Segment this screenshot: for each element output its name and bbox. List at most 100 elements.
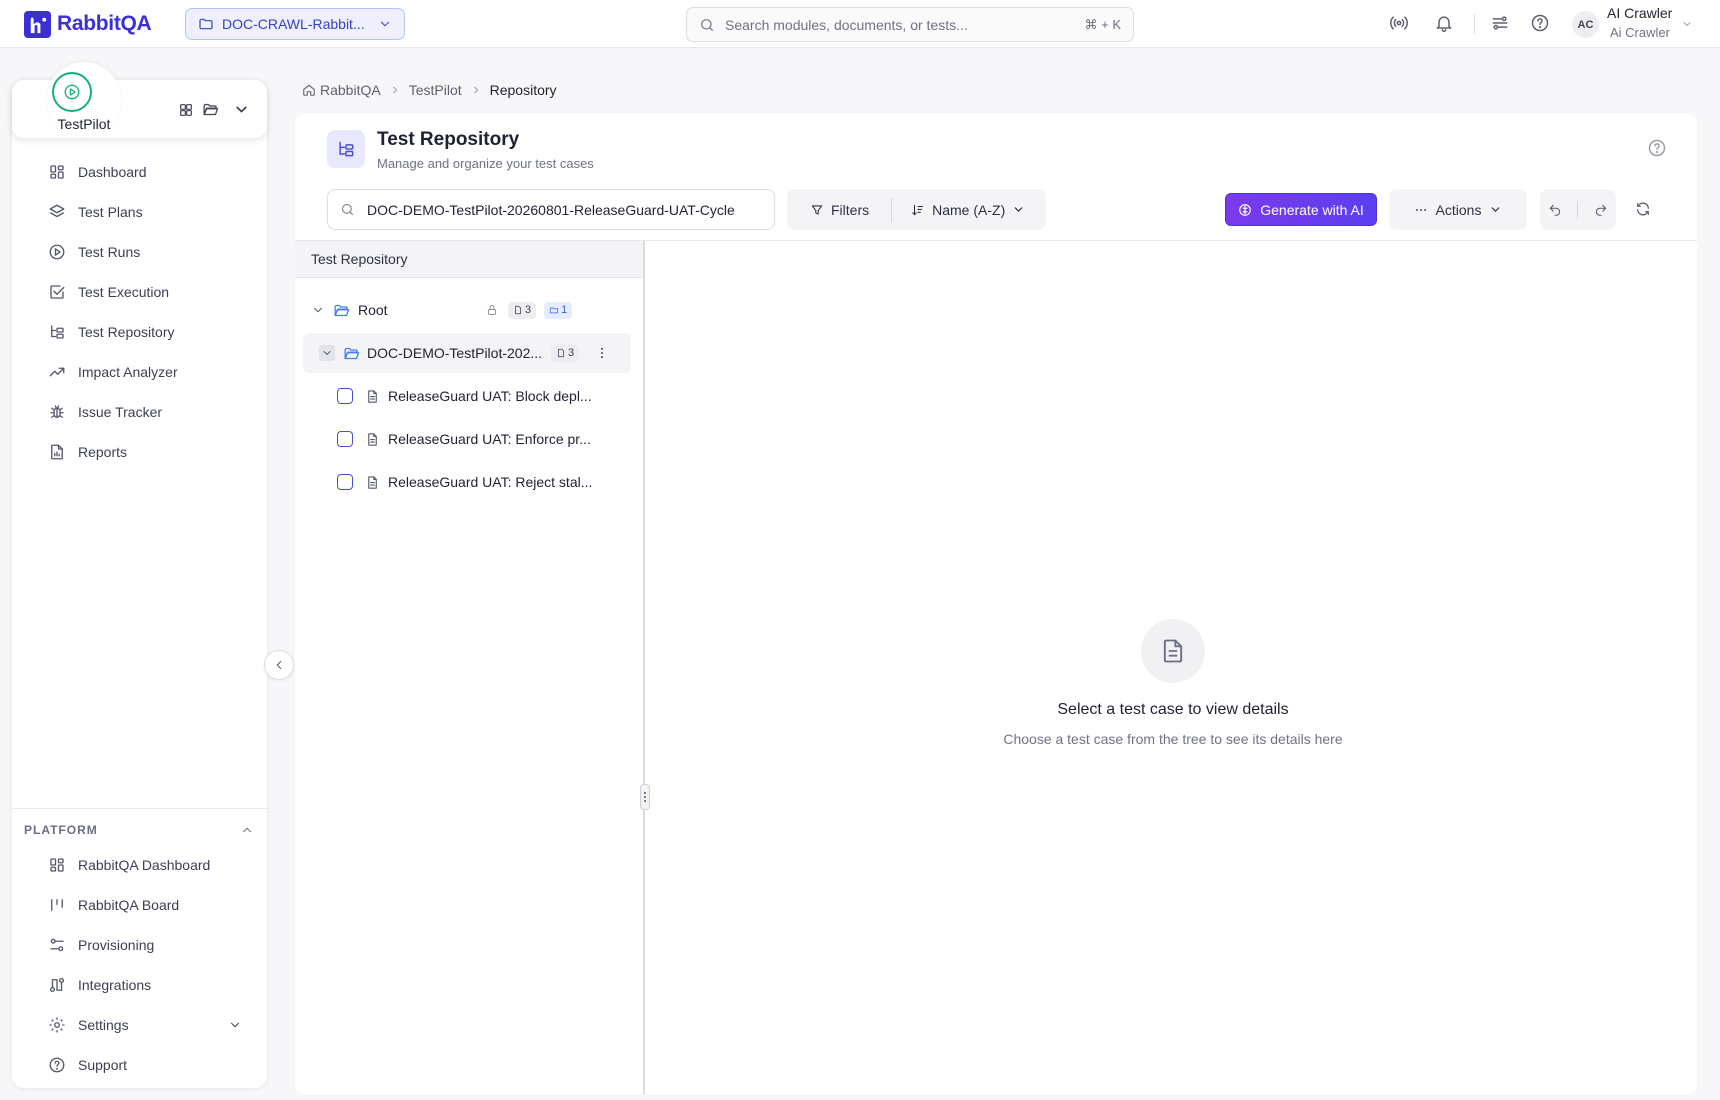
layers-icon	[49, 204, 65, 218]
grid-icon	[50, 165, 64, 179]
sidebar-item-reports[interactable]: Reports	[24, 434, 254, 470]
sidebar-item-test-execution[interactable]: Test Execution	[24, 274, 254, 310]
breadcrumb-home[interactable]: RabbitQA	[320, 82, 381, 98]
sidebar-item-label: Provisioning	[78, 937, 155, 953]
global-search-input[interactable]: Search modules, documents, or tests... ⌘…	[686, 7, 1134, 42]
platform-title: PLATFORM	[24, 823, 98, 837]
tools-icon[interactable]	[1490, 13, 1510, 33]
test-case-row[interactable]: ReleaseGuard UAT: Block depl...	[337, 376, 637, 416]
chevron-down-icon	[1492, 207, 1500, 212]
sidebar-item-label: RabbitQA Board	[78, 897, 180, 913]
sidebar-item-provisioning[interactable]: Provisioning	[24, 927, 254, 963]
module-name: TestPilot	[57, 116, 111, 132]
board-icon	[51, 899, 63, 911]
sidebar-item-support[interactable]: Support	[24, 1047, 254, 1083]
sidebar-item-label: Issue Tracker	[78, 404, 163, 420]
chevron-down-icon[interactable]	[311, 303, 325, 317]
sliders-icon	[50, 938, 64, 952]
sort-dropdown[interactable]: Name (A-Z)	[892, 202, 1025, 218]
test-case-checkbox[interactable]	[337, 474, 353, 490]
user-name[interactable]: AI Crawler	[1607, 5, 1672, 21]
folder-open-icon	[344, 347, 360, 359]
sidebar: TestPilot Dashboard Test Plans Test Runs…	[12, 62, 294, 1088]
test-case-label: ReleaseGuard UAT: Enforce pr...	[388, 431, 591, 447]
grid-icon[interactable]	[178, 102, 194, 118]
bell-icon[interactable]	[1434, 13, 1454, 33]
trend-icon	[49, 367, 65, 377]
home-icon[interactable]	[302, 83, 316, 97]
grid-icon	[50, 858, 64, 872]
chevron-down-icon	[1014, 207, 1023, 212]
actions-dropdown[interactable]: Actions	[1389, 189, 1527, 230]
sidebar-item-rabbitqa-dashboard[interactable]: RabbitQA Dashboard	[24, 847, 254, 883]
sidebar-item-test-plans[interactable]: Test Plans	[24, 194, 254, 230]
tree-panel: Test Repository Root 3 1 DOC-DEMO-TestPi…	[295, 241, 645, 1094]
breadcrumb: RabbitQA TestPilot Repository	[302, 82, 557, 98]
sidebar-item-rabbitqa-board[interactable]: RabbitQA Board	[24, 887, 254, 923]
collapse-sidebar-button[interactable]	[264, 650, 294, 680]
tree-icon	[51, 325, 64, 339]
avatar[interactable]: AC	[1572, 11, 1599, 38]
search-shortcut: ⌘ + K	[1084, 16, 1122, 32]
tree-folder-label: DOC-DEMO-TestPilot-202...	[367, 345, 543, 361]
sidebar-item-impact-analyzer[interactable]: Impact Analyzer	[24, 354, 254, 390]
refresh-icon[interactable]	[1635, 201, 1651, 217]
chevron-down-icon[interactable]	[1681, 18, 1693, 30]
play-circle-icon	[49, 244, 65, 260]
breadcrumb-module[interactable]: TestPilot	[409, 82, 462, 98]
tree-folder-row[interactable]: DOC-DEMO-TestPilot-202... 3	[303, 333, 631, 373]
platform-section-toggle[interactable]: PLATFORM	[24, 816, 254, 844]
sidebar-item-test-repository[interactable]: Test Repository	[24, 314, 254, 350]
generate-with-ai-button[interactable]: Generate with AI	[1225, 193, 1377, 226]
undo-icon[interactable]	[1548, 203, 1562, 217]
chevron-down-icon[interactable]	[319, 345, 335, 361]
doc-count-badge: 3	[508, 301, 537, 319]
document-icon	[558, 348, 564, 358]
folder-open-icon[interactable]	[202, 101, 219, 118]
sidebar-item-integrations[interactable]: Integrations	[24, 967, 254, 1003]
app-logo[interactable]: RabbitQA	[24, 10, 152, 38]
broadcast-icon[interactable]	[1389, 13, 1409, 33]
test-case-row[interactable]: ReleaseGuard UAT: Enforce pr...	[337, 419, 637, 459]
more-vertical-icon[interactable]	[595, 346, 609, 360]
test-case-checkbox[interactable]	[337, 431, 353, 447]
tree-root-label: Root	[358, 302, 388, 318]
integrations-icon	[49, 977, 65, 993]
doc-count: 3	[525, 304, 532, 316]
actions-label: Actions	[1435, 201, 1482, 218]
sidebar-item-label: Test Repository	[78, 324, 175, 340]
filter-icon	[811, 204, 823, 215]
sidebar-item-test-runs[interactable]: Test Runs	[24, 234, 254, 270]
tree-root-row[interactable]: Root 3 1	[311, 290, 631, 330]
repository-search-input[interactable]: DOC-DEMO-TestPilot-20260801-ReleaseGuard…	[327, 189, 775, 230]
filters-button[interactable]: Filters	[787, 197, 893, 222]
folder-icon	[550, 307, 559, 314]
module-switcher[interactable]: TestPilot	[12, 62, 267, 138]
undo-redo-group	[1540, 189, 1616, 230]
sidebar-item-settings[interactable]: Settings	[24, 1007, 254, 1043]
help-icon[interactable]	[1530, 13, 1550, 33]
page-subtitle: Manage and organize your test cases	[377, 156, 594, 171]
test-case-row[interactable]: ReleaseGuard UAT: Reject stal...	[337, 462, 637, 502]
bug-icon	[50, 405, 64, 418]
search-icon	[701, 18, 713, 31]
sidebar-item-label: Reports	[78, 444, 128, 460]
project-name: DOC-CRAWL-Rabbit...	[222, 16, 365, 32]
project-switcher[interactable]: DOC-CRAWL-Rabbit...	[185, 8, 405, 40]
repository-search-value: DOC-DEMO-TestPilot-20260801-ReleaseGuard…	[367, 201, 735, 218]
app-name: RabbitQA	[57, 12, 152, 35]
redo-icon[interactable]	[1594, 203, 1608, 217]
more-horizontal-icon	[1415, 208, 1426, 211]
check-square-icon	[50, 285, 65, 299]
sidebar-item-dashboard[interactable]: Dashboard	[24, 154, 254, 190]
sidebar-item-label: Settings	[78, 1017, 129, 1033]
test-case-checkbox[interactable]	[337, 388, 353, 404]
tree-header: Test Repository	[295, 241, 643, 278]
help-icon[interactable]	[1647, 138, 1667, 158]
breadcrumb-current: Repository	[489, 82, 557, 98]
folder-icon	[199, 18, 213, 30]
chevron-down-icon	[230, 1022, 240, 1028]
sidebar-item-issue-tracker[interactable]: Issue Tracker	[24, 394, 254, 430]
panel-resize-handle[interactable]	[640, 784, 650, 810]
chevron-down-icon[interactable]	[233, 101, 250, 118]
